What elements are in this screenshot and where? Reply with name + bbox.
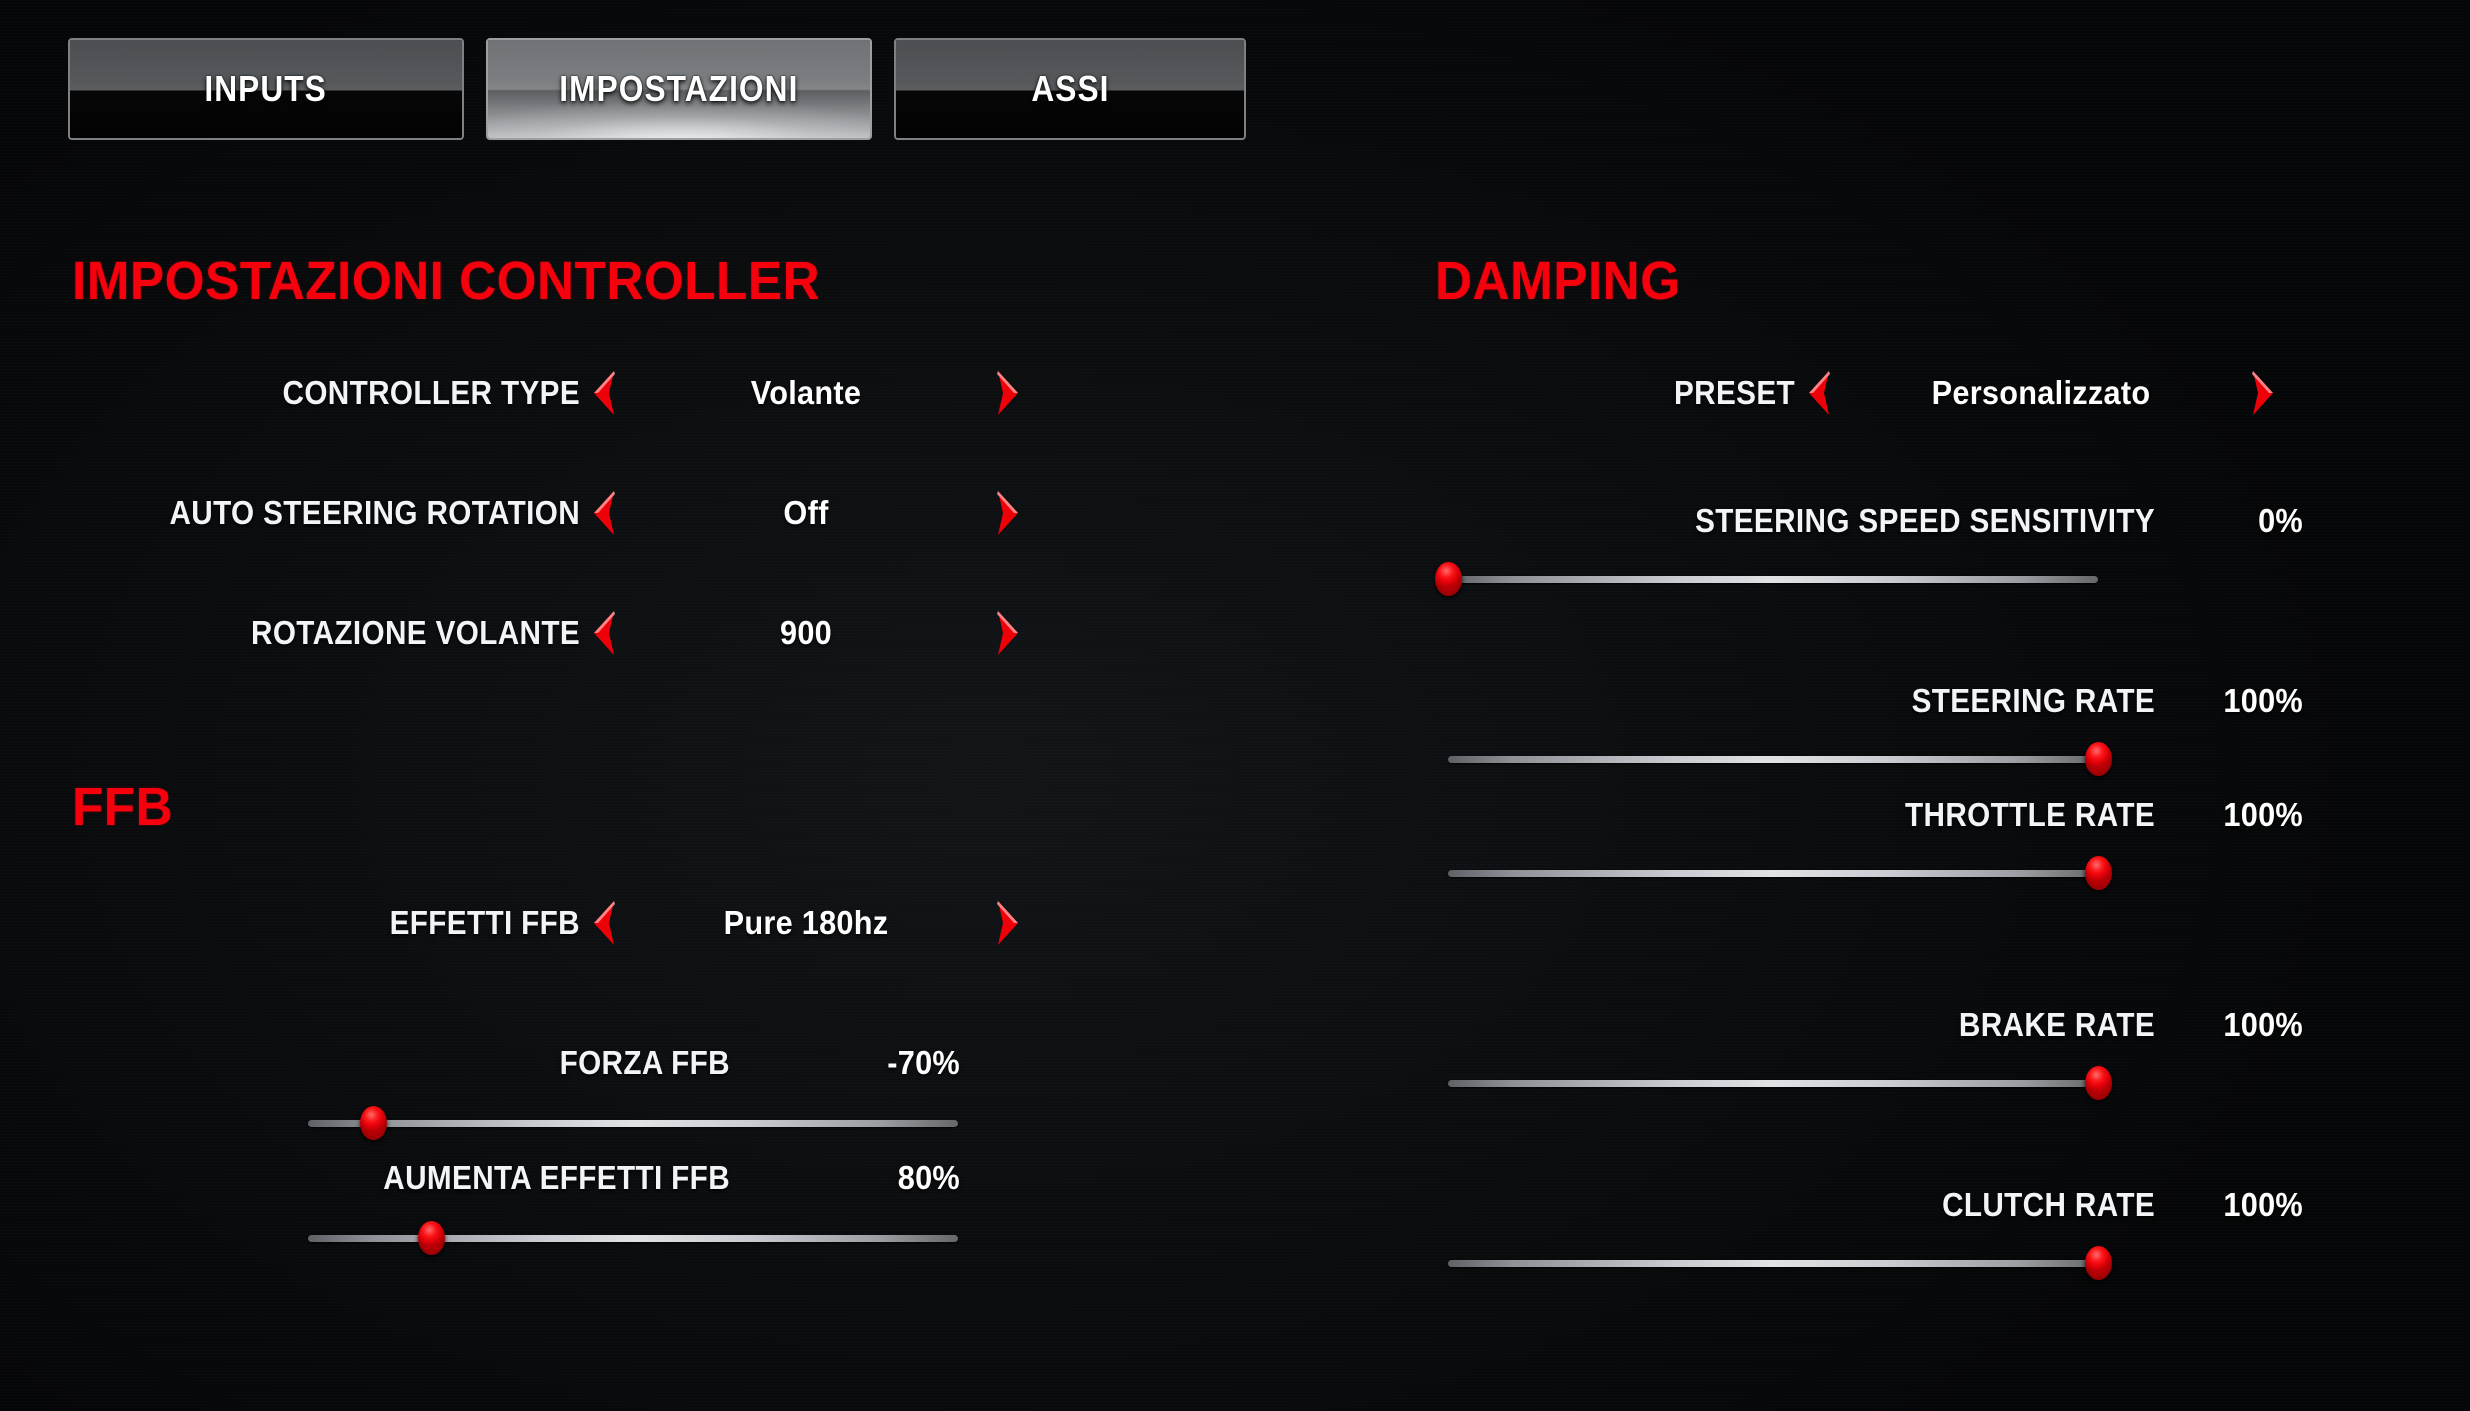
slider-knob[interactable] bbox=[2084, 1246, 2112, 1280]
row-preset-value: Personalizzato bbox=[1931, 374, 2151, 411]
row-preset: PRESET Personalizzato bbox=[1375, 362, 2435, 424]
tab-impostazioni[interactable]: IMPOSTAZIONI bbox=[486, 38, 872, 140]
slider-brake-rate-label: BRAKE RATE bbox=[1958, 1006, 2155, 1043]
slider-knob[interactable] bbox=[418, 1221, 445, 1255]
chevron-left-icon[interactable] bbox=[580, 899, 626, 947]
slider-knob[interactable] bbox=[2084, 742, 2112, 776]
slider-track-bar bbox=[1448, 576, 2098, 583]
slider-brake-rate-value: 100% bbox=[2223, 1006, 2303, 1043]
slider-track-bar bbox=[1448, 1260, 2098, 1267]
row-rotazione-volante: ROTAZIONE VOLANTE 900 bbox=[0, 602, 1060, 664]
chevron-right-icon[interactable] bbox=[986, 369, 1032, 417]
slider-track-bar bbox=[308, 1235, 958, 1242]
slider-knob[interactable] bbox=[2084, 1066, 2112, 1100]
slider-track-bar bbox=[308, 1120, 958, 1127]
chevron-left-icon[interactable] bbox=[1795, 369, 1841, 417]
row-rotazione-volante-label: ROTAZIONE VOLANTE bbox=[251, 614, 580, 651]
settings-screen: INPUTS IMPOSTAZIONI ASSI IMPOSTAZIONI CO… bbox=[0, 0, 2470, 1411]
row-effetti-ffb-value: Pure 180hz bbox=[723, 904, 889, 941]
slider-knob[interactable] bbox=[359, 1106, 387, 1140]
slider-steering-speed-sensitivity: STEERING SPEED SENSITIVITY 0% bbox=[1235, 498, 2385, 596]
slider-steering-rate-track[interactable] bbox=[1448, 742, 2112, 776]
slider-clutch-rate-value: 100% bbox=[2223, 1186, 2303, 1223]
slider-forza-ffb: FORZA FFB -70% bbox=[0, 1040, 1060, 1140]
section-title-damping: DAMPING bbox=[1435, 251, 1681, 311]
row-controller-type-label: CONTROLLER TYPE bbox=[282, 374, 580, 411]
tab-assi-label: ASSI bbox=[1030, 68, 1110, 109]
slider-steering-rate-value: 100% bbox=[2223, 682, 2303, 719]
chevron-right-icon[interactable] bbox=[986, 899, 1032, 947]
section-title-controller: IMPOSTAZIONI CONTROLLER bbox=[72, 251, 821, 311]
row-preset-label: PRESET bbox=[1674, 374, 1795, 411]
chevron-left-icon[interactable] bbox=[580, 369, 626, 417]
tab-bar: INPUTS IMPOSTAZIONI ASSI bbox=[68, 38, 1246, 140]
slider-aumenta-effetti-ffb-track[interactable] bbox=[308, 1221, 958, 1255]
slider-aumenta-effetti-ffb: AUMENTA EFFETTI FFB 80% bbox=[0, 1155, 1060, 1255]
chevron-right-icon[interactable] bbox=[986, 609, 1032, 657]
slider-knob[interactable] bbox=[2084, 856, 2112, 890]
slider-steering-speed-sensitivity-value: 0% bbox=[2258, 502, 2303, 539]
slider-throttle-rate-label: THROTTLE RATE bbox=[1905, 796, 2155, 833]
tab-inputs-label: INPUTS bbox=[204, 68, 328, 109]
slider-throttle-rate: THROTTLE RATE 100% bbox=[1235, 792, 2385, 890]
row-controller-type-value: Volante bbox=[750, 374, 862, 411]
row-rotazione-volante-value: 900 bbox=[779, 614, 833, 651]
chevron-right-icon[interactable] bbox=[2241, 369, 2287, 417]
slider-brake-rate-track[interactable] bbox=[1448, 1066, 2112, 1100]
tab-impostazioni-label: IMPOSTAZIONI bbox=[559, 68, 799, 109]
row-effetti-ffb-label: EFFETTI FFB bbox=[389, 904, 580, 941]
slider-clutch-rate-track[interactable] bbox=[1448, 1246, 2112, 1280]
slider-throttle-rate-track[interactable] bbox=[1448, 856, 2112, 890]
slider-steering-rate: STEERING RATE 100% bbox=[1235, 678, 2385, 776]
slider-steering-speed-sensitivity-label: STEERING SPEED SENSITIVITY bbox=[1695, 502, 2155, 539]
slider-clutch-rate-label: CLUTCH RATE bbox=[1942, 1186, 2155, 1223]
tab-inputs[interactable]: INPUTS bbox=[68, 38, 464, 140]
slider-clutch-rate: CLUTCH RATE 100% bbox=[1235, 1182, 2385, 1280]
slider-aumenta-effetti-ffb-value: 80% bbox=[897, 1159, 960, 1196]
slider-track-bar bbox=[1448, 756, 2098, 763]
slider-aumenta-effetti-ffb-label: AUMENTA EFFETTI FFB bbox=[383, 1159, 730, 1196]
chevron-left-icon[interactable] bbox=[580, 489, 626, 537]
slider-knob[interactable] bbox=[1434, 562, 1462, 596]
row-effetti-ffb: EFFETTI FFB Pure 180hz bbox=[0, 892, 1060, 954]
slider-forza-ffb-value: -70% bbox=[887, 1044, 960, 1081]
row-auto-steering-rotation-label: AUTO STEERING ROTATION bbox=[169, 494, 580, 531]
row-auto-steering-rotation-value: Off bbox=[783, 494, 829, 531]
slider-track-bar bbox=[1448, 870, 2098, 877]
row-auto-steering-rotation: AUTO STEERING ROTATION Off bbox=[0, 482, 1060, 544]
section-title-ffb: FFB bbox=[72, 777, 174, 837]
slider-track-bar bbox=[1448, 1080, 2098, 1087]
slider-brake-rate: BRAKE RATE 100% bbox=[1235, 1002, 2385, 1100]
slider-throttle-rate-value: 100% bbox=[2223, 796, 2303, 833]
row-controller-type: CONTROLLER TYPE Volante bbox=[0, 362, 1060, 424]
tab-assi[interactable]: ASSI bbox=[894, 38, 1246, 140]
slider-forza-ffb-label: FORZA FFB bbox=[559, 1044, 730, 1081]
slider-forza-ffb-track[interactable] bbox=[308, 1106, 958, 1140]
slider-steering-speed-sensitivity-track[interactable] bbox=[1434, 562, 2098, 596]
chevron-right-icon[interactable] bbox=[986, 489, 1032, 537]
chevron-left-icon[interactable] bbox=[580, 609, 626, 657]
slider-steering-rate-label: STEERING RATE bbox=[1911, 682, 2155, 719]
